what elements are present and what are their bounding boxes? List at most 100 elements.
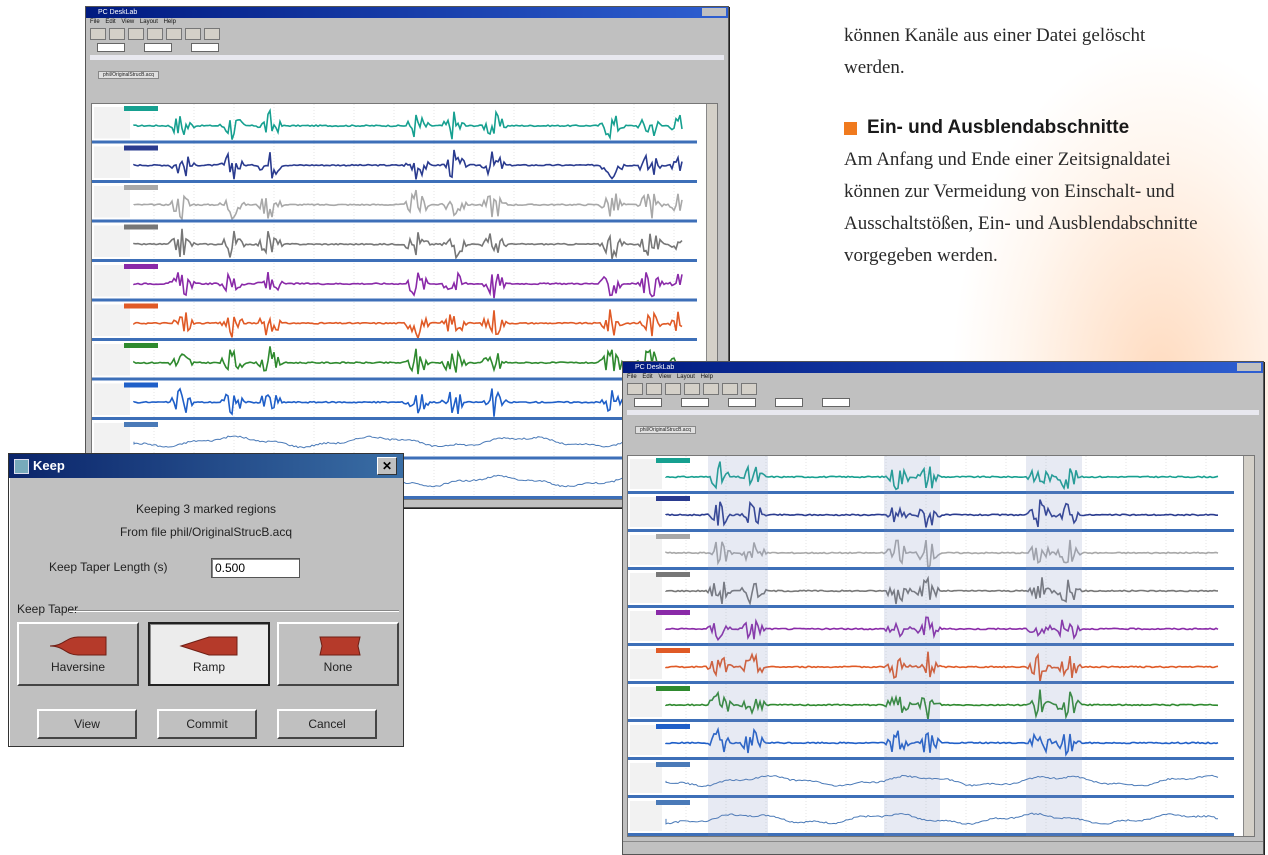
none-taper-button[interactable]: None [277,622,399,686]
marked-region[interactable] [884,456,940,836]
tool-button[interactable] [703,383,719,395]
tool-button[interactable] [204,28,220,40]
channel-name-tag[interactable] [124,343,158,348]
channel-separator [92,219,697,223]
channel-name-tag[interactable] [656,572,690,577]
vertical-scrollbar[interactable] [1243,456,1254,836]
tool-button[interactable] [665,383,681,395]
field-box[interactable] [188,42,219,54]
window-title: PC DeskLab [98,9,138,16]
channel-name-tag[interactable] [656,610,690,615]
channel-name-tag[interactable] [656,458,690,463]
commit-button[interactable]: Commit [157,709,257,739]
close-button[interactable]: ✕ [377,457,397,475]
tool-button[interactable] [722,383,738,395]
cancel-button[interactable]: Cancel [277,709,377,739]
tool-button[interactable] [627,383,643,395]
status-bar [623,841,1263,854]
channel-name-tag[interactable] [124,106,158,111]
tool-button[interactable] [741,383,757,395]
menu-bar[interactable]: File Edit View Layout Help [623,373,1263,382]
channel-name-tag[interactable] [656,534,690,539]
channel-name-tag[interactable] [124,303,158,309]
channel-label-box [630,459,662,489]
channel-label-box [630,763,662,793]
field-box[interactable] [94,42,125,54]
channel-label-box [94,344,130,376]
ramp-taper-icon [179,636,238,656]
channel-label-box [630,611,662,641]
dialog-titlebar: Keep ✕ [9,454,403,478]
overview-bar [90,55,724,60]
channel-label-box [94,383,130,415]
field-box[interactable] [631,397,662,409]
tool-button[interactable] [166,28,182,40]
channel-label-box [630,535,662,565]
window-controls[interactable] [1237,363,1261,371]
channel-name-tag[interactable] [656,496,690,501]
field-box[interactable] [819,397,850,409]
channel-label-box [94,423,130,455]
channel-label-box [630,687,662,717]
channel-label-box [94,107,130,139]
ramp-taper-button[interactable]: Ramp [148,622,270,686]
menu-bar[interactable]: File Edit View Layout Help [86,18,728,27]
overview-bar [627,410,1259,415]
channel-label-box [630,801,662,831]
field-box[interactable] [772,397,803,409]
channel-name-tag[interactable] [656,648,690,653]
keep-dialog: Keep ✕ Keeping 3 marked regions From fil… [8,453,404,747]
keep-taper-group-label: Keep Taper [17,602,79,616]
channel-name-tag[interactable] [656,686,690,691]
taper-length-input[interactable]: 0.500 [211,558,300,578]
waveform-trace [133,309,683,341]
document-tab-label: phil/OriginalStrucB.acq [98,71,159,79]
channel-name-tag[interactable] [124,224,158,230]
channel-name-tag[interactable] [124,185,158,190]
tool-button[interactable] [128,28,144,40]
tool-button[interactable] [646,383,662,395]
tool-button[interactable] [147,28,163,40]
waveform-trace [133,271,683,299]
channel-label-box [94,304,130,336]
app-icon [14,459,29,474]
haversine-taper-icon [49,636,107,656]
bottom-app-window: PC DeskLab File Edit View Layout Help ph… [622,361,1264,855]
channel-name-tag[interactable] [124,264,158,269]
channel-label-box [630,573,662,603]
waveform-trace [133,189,683,222]
marked-region[interactable] [708,456,768,836]
tool-button[interactable] [90,28,106,40]
channel-separator [92,377,697,381]
channel-separator [92,417,697,420]
channel-label-box [630,725,662,755]
waveform-trace [133,107,683,141]
view-button[interactable]: View [37,709,137,739]
tool-button[interactable] [684,383,700,395]
document-tab[interactable]: phil/OriginalStrucB.acq [88,70,726,80]
intro-line: können Kanäle aus einer Datei gelöscht [844,25,1146,46]
document-tab[interactable]: phil/OriginalStrucB.acq [625,425,1261,435]
section-heading: Ein- und Ausblendabschnitte [844,112,1264,144]
field-box[interactable] [678,397,709,409]
tool-button[interactable] [185,28,201,40]
channel-name-tag[interactable] [124,422,158,427]
tool-button[interactable] [109,28,125,40]
article-text: können Kanäle aus einer Datei gelöscht w… [844,20,1264,272]
waveform-trace [133,387,683,417]
field-box[interactable] [725,397,756,409]
channel-name-tag[interactable] [124,145,158,151]
channel-name-tag[interactable] [124,382,158,388]
marked-region[interactable] [1026,456,1082,836]
bottom-plot-canvas [627,455,1255,837]
waveform-trace [133,228,683,260]
section-heading-text: Ein- und Ausblendabschnitte [867,117,1130,138]
haversine-taper-button[interactable]: Haversine [17,622,139,686]
info-line: Keeping 3 marked regions [135,502,277,516]
window-controls[interactable] [702,8,726,16]
channel-name-tag[interactable] [656,800,690,805]
field-box[interactable] [141,42,172,54]
waveform-trace [133,149,683,180]
channel-name-tag[interactable] [656,724,690,729]
channel-name-tag[interactable] [656,762,690,767]
